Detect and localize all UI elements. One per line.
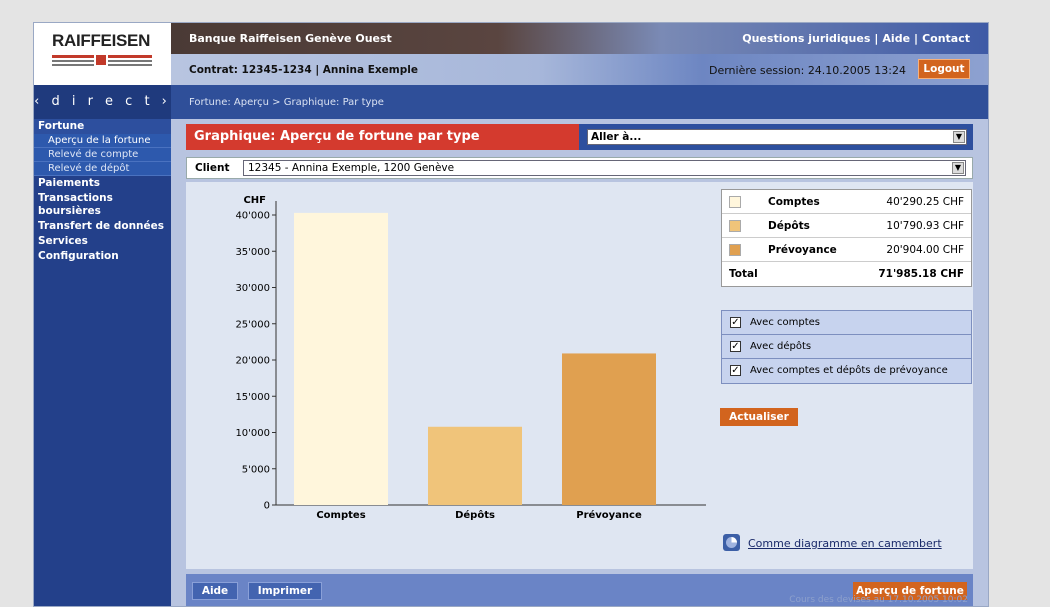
pie-chart-link[interactable]: Comme diagramme en camembert [748,537,942,550]
client-bar: Client 12345 - Annina Exemple, 1200 Genè… [186,157,973,179]
y-tick-label: 40'000 [235,211,270,222]
percent-label: 56% [330,521,352,522]
logo-text: RAIFFEISEN [52,31,151,50]
client-select[interactable]: 12345 - Annina Exemple, 1200 Genève ▼ [243,160,966,176]
goto-bar: Aller à... ▼ [579,124,973,150]
checkbox-checked-icon[interactable]: ✓ [730,317,741,328]
y-tick-label: 25'000 [235,319,270,330]
checkbox-checked-icon[interactable]: ✓ [730,365,741,376]
legend-swatch [729,244,741,256]
sidebar-item-configuration[interactable]: Configuration [34,249,171,264]
option-with-pension[interactable]: ✓ Avec comptes et dépôts de prévoyance [722,359,971,383]
legend-row: Dépôts 10'790.93 CHF [722,214,971,238]
chart-panel: CHF 0 5'000 10'000 15'000 20'000 25'000 30'000 3… [186,182,973,569]
help-button[interactable]: Aide [192,582,238,600]
refresh-button[interactable]: Actualiser [720,408,798,426]
sidebar-item-fortune[interactable]: Fortune [34,119,171,134]
y-tick-label: 30'000 [235,283,270,294]
sidebar-item-services[interactable]: Services [34,234,171,249]
sidebar-item-stock-transactions[interactable]: Transactions boursières [34,191,171,219]
print-button[interactable]: Imprimer [248,582,322,600]
logo-emblem-icon [52,53,152,67]
bar [562,353,656,505]
link-separator: | [874,32,879,45]
contract-info: Contrat: 12345-1234 | Annina Exemple [189,64,418,76]
goto-select[interactable]: Aller à... ▼ [587,129,967,145]
y-tick-label: 0 [264,501,270,512]
last-session: Dernière session: 24.10.2005 13:24 [708,64,906,77]
legend-name: Dépôts [768,220,810,232]
y-tick-label: 35'000 [235,247,270,258]
logo[interactable]: RAIFFEISEN [34,23,171,85]
sidebar: Fortune Aperçu de la fortune Relevé de c… [34,119,171,606]
legend-total-row: Total 71'985.18 CHF [722,262,971,286]
total-value: 71'985.18 CHF [878,268,964,280]
bar [294,212,388,505]
legal-questions-link[interactable]: Questions juridiques [742,32,870,45]
sidebar-item-payments[interactable]: Paiements [34,176,171,191]
link-separator: | [914,32,919,45]
sidebar-subitem-account-statement[interactable]: Relevé de compte [34,148,171,162]
app-window: RAIFFEISEN Banque Raiffeisen Genève Oues… [33,22,989,607]
y-tick-label: 5'000 [242,464,270,475]
chevron-down-icon[interactable]: ▼ [953,131,965,143]
legend-value: 10'790.93 CHF [886,220,964,232]
legend-value: 20'904.00 CHF [886,244,964,256]
bar-chart: CHF 0 5'000 10'000 15'000 20'000 25'000 30'000 3… [235,195,706,522]
total-label: Total [729,268,758,280]
contact-link[interactable]: Contact [922,32,970,45]
legend-row: Comptes 40'290.25 CHF [722,190,971,214]
legend-swatch [729,220,741,232]
x-tick-label: Dépôts [455,509,495,521]
pie-chart-icon[interactable] [723,534,740,551]
breadcrumb-bar: Fortune: Aperçu > Graphique: Par type [171,85,988,119]
y-tick-label: 20'000 [235,356,270,367]
legend-name: Prévoyance [768,244,837,256]
option-label: Avec comptes et dépôts de prévoyance [750,365,948,376]
header-bottom: Contrat: 12345-1234 | Annina Exemple Der… [171,54,988,85]
option-with-deposits[interactable]: ✓ Avec dépôts [722,335,971,359]
brand-tagline: ‹ d i r e c t › [34,85,171,119]
page-title: Graphique: Aperçu de fortune par type [186,124,579,150]
sidebar-subitem-fortune-overview[interactable]: Aperçu de la fortune [34,134,171,148]
percent-label: 15% [464,521,486,522]
top-links: Questions juridiques | Aide | Contact [742,32,970,45]
x-tick-label: Prévoyance [576,509,642,521]
legend-swatch [729,196,741,208]
legend-name: Comptes [768,196,820,208]
y-tick-label: 10'000 [235,428,270,439]
percent-label: 29% [598,521,620,522]
logout-button[interactable]: Logout [918,59,970,79]
bank-name: Banque Raiffeisen Genève Ouest [189,32,392,45]
options-box: ✓ Avec comptes ✓ Avec dépôts ✓ Avec comp… [721,310,972,384]
checkbox-checked-icon[interactable]: ✓ [730,341,741,352]
client-label: Client [195,162,230,174]
option-label: Avec dépôts [750,341,812,352]
client-value: 12345 - Annina Exemple, 1200 Genève [248,162,455,174]
chevron-down-icon[interactable]: ▼ [952,162,964,174]
bar [428,426,522,505]
legend-value: 40'290.25 CHF [886,196,964,208]
goto-value: Aller à... [591,131,642,143]
y-axis-label: CHF [243,195,266,206]
legend-table: Comptes 40'290.25 CHF Dépôts 10'790.93 C… [721,189,972,287]
main-content: Graphique: Aperçu de fortune par type Al… [171,119,988,606]
x-tick-label: Comptes [316,510,365,521]
help-link[interactable]: Aide [882,32,910,45]
header-top: Banque Raiffeisen Genève Ouest Questions… [171,23,988,54]
legend-row: Prévoyance 20'904.00 CHF [722,238,971,262]
sidebar-subitem-deposit-statement[interactable]: Relevé de dépôt [34,162,171,176]
breadcrumb[interactable]: Fortune: Aperçu > Graphique: Par type [189,97,384,108]
option-with-accounts[interactable]: ✓ Avec comptes [722,311,971,335]
sidebar-item-data-transfer[interactable]: Transfert de données [34,219,171,234]
y-tick-label: 15'000 [235,392,270,403]
option-label: Avec comptes [750,317,820,328]
exchange-rates-note: Cours des devises au 17.10.2005 10:02 [789,595,968,605]
